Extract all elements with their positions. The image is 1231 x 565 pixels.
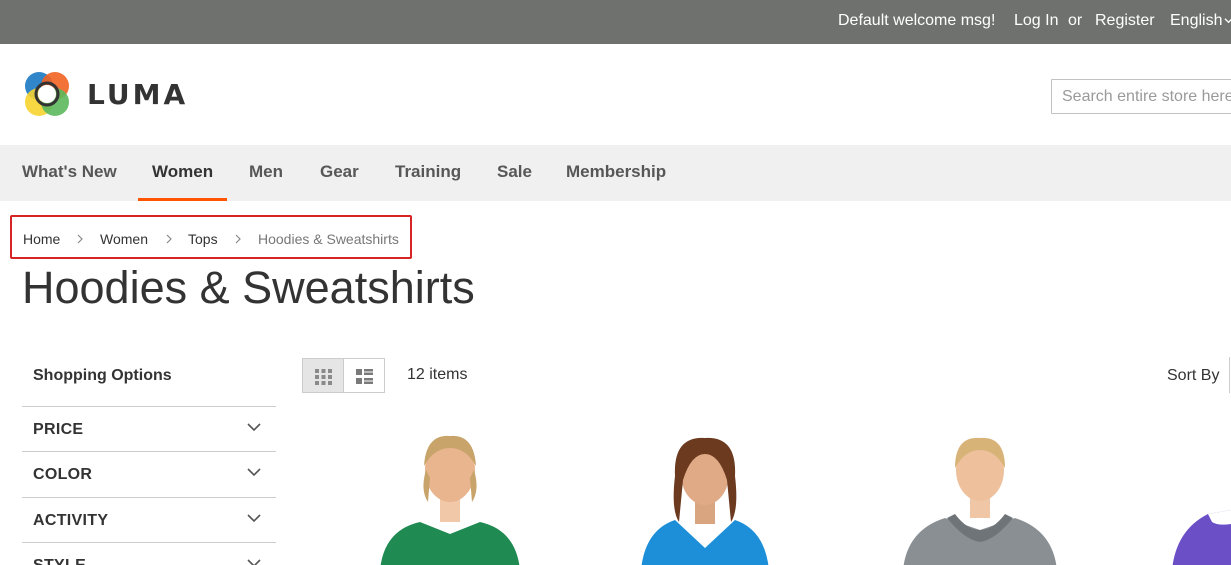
register-link[interactable]: Register: [1095, 12, 1155, 30]
search-input[interactable]: [1051, 79, 1231, 114]
chevron-down-icon: [247, 423, 261, 432]
nav-item-sale[interactable]: Sale: [497, 145, 532, 201]
logo-text[interactable]: LUMA: [87, 78, 188, 111]
main-navigation: What's New Women Men Gear Training Sale …: [0, 145, 1231, 201]
chevron-right-icon: [166, 234, 172, 244]
filter-label: PRICE: [33, 421, 84, 438]
product-image[interactable]: [635, 430, 775, 565]
shopping-options-title: Shopping Options: [33, 367, 172, 384]
breadcrumb-women[interactable]: Women: [100, 231, 148, 247]
sort-by-label: Sort By: [1167, 367, 1220, 384]
product-photo: [380, 435, 520, 565]
chevron-down-icon[interactable]: [1224, 16, 1231, 25]
breadcrumb-home[interactable]: Home: [23, 231, 60, 247]
nav-item-membership[interactable]: Membership: [566, 145, 666, 201]
chevron-right-icon: [77, 234, 83, 244]
product-photo: [903, 437, 1057, 565]
product-photo: [1172, 510, 1231, 565]
toolbar-amount: 12 items: [407, 366, 468, 383]
nav-item-women[interactable]: Women: [137, 145, 228, 201]
filter-label: STYLE: [33, 557, 86, 565]
chevron-right-icon: [235, 234, 241, 244]
luma-logo-icon[interactable]: [22, 69, 72, 119]
welcome-message: Default welcome msg!: [838, 12, 996, 29]
login-link[interactable]: Log In: [1014, 12, 1058, 30]
breadcrumb-current: Hoodies & Sweatshirts: [258, 231, 399, 247]
grid-icon: [315, 369, 332, 385]
chevron-down-icon: [247, 559, 261, 565]
page-title: Hoodies & Sweatshirts: [22, 262, 475, 313]
product-image[interactable]: [1168, 430, 1231, 565]
breadcrumb-tops[interactable]: Tops: [188, 231, 218, 247]
product-image[interactable]: [370, 430, 530, 565]
filter-activity[interactable]: ACTIVITY: [22, 497, 276, 542]
chevron-down-icon: [247, 468, 261, 477]
nav-item-men[interactable]: Men: [249, 145, 283, 201]
filter-color[interactable]: COLOR: [22, 451, 276, 496]
list-icon: [356, 369, 373, 384]
or-text: or: [1068, 12, 1083, 29]
filter-label: COLOR: [33, 466, 93, 483]
nav-item-training[interactable]: Training: [395, 145, 461, 201]
filter-price[interactable]: PRICE: [22, 406, 276, 451]
nav-item-gear[interactable]: Gear: [320, 145, 359, 201]
grid-view-button[interactable]: [302, 358, 344, 393]
breadcrumb: Home Women Tops Hoodies & Sweatshirts: [10, 215, 412, 259]
chevron-down-icon: [247, 514, 261, 523]
filter-label: ACTIVITY: [33, 512, 109, 529]
language-switcher[interactable]: English: [1170, 12, 1222, 30]
product-image[interactable]: [895, 430, 1065, 565]
product-photo: [641, 437, 769, 565]
nav-item-whats-new[interactable]: What's New: [22, 145, 117, 201]
top-panel: Default welcome msg! Log In or Register …: [0, 0, 1231, 44]
list-view-button[interactable]: [343, 358, 385, 393]
filter-style[interactable]: STYLE: [22, 542, 276, 565]
